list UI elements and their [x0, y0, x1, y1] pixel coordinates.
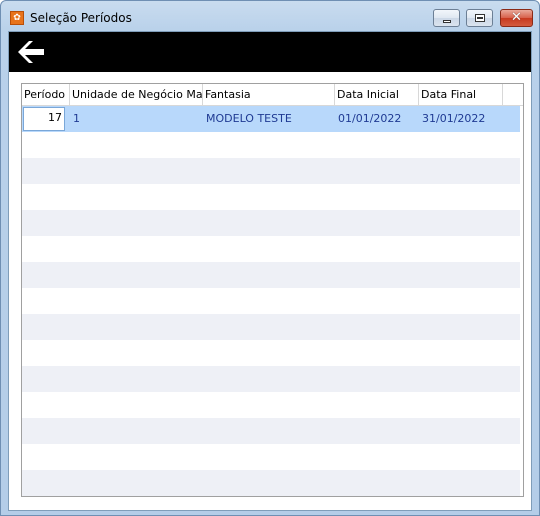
empty-row — [22, 132, 520, 158]
window-content: Período Unidade de Negócio Matriz Fantas… — [8, 31, 532, 511]
title-bar[interactable]: ✿ Seleção Períodos ✕ — [1, 1, 539, 31]
cell-unidade[interactable]: 1 — [70, 106, 203, 132]
cell-data-final[interactable]: 31/01/2022 — [419, 106, 503, 132]
maximize-button[interactable] — [466, 9, 493, 27]
column-header-unidade[interactable]: Unidade de Negócio Matriz — [70, 84, 203, 105]
grid-header: Período Unidade de Negócio Matriz Fantas… — [22, 84, 523, 106]
window-title: Seleção Períodos — [30, 11, 132, 25]
back-button[interactable] — [15, 38, 47, 66]
empty-row — [22, 158, 520, 184]
minimize-icon — [443, 20, 451, 23]
column-header-periodo[interactable]: Período — [22, 84, 70, 105]
cell-periodo[interactable]: 17 — [23, 107, 65, 131]
column-header-fantasia[interactable]: Fantasia — [203, 84, 335, 105]
empty-row — [22, 366, 520, 392]
empty-row — [22, 340, 520, 366]
cell-data-inicial[interactable]: 01/01/2022 — [335, 106, 419, 132]
empty-row — [22, 314, 520, 340]
cell-fantasia[interactable]: MODELO TESTE — [203, 106, 335, 132]
minimize-button[interactable] — [433, 9, 460, 27]
empty-row — [22, 470, 520, 496]
empty-row — [22, 418, 520, 444]
column-header-data-inicial[interactable]: Data Inicial — [335, 84, 419, 105]
toolbar — [9, 32, 531, 72]
maximize-icon — [475, 14, 485, 22]
empty-row — [22, 184, 520, 210]
empty-row — [22, 210, 520, 236]
periods-grid[interactable]: Período Unidade de Negócio Matriz Fantas… — [21, 83, 524, 497]
close-icon: ✕ — [511, 10, 522, 25]
table-row[interactable]: 17 1 MODELO TESTE 01/01/2022 31/01/2022 — [22, 106, 520, 132]
empty-row — [22, 262, 520, 288]
empty-row — [22, 236, 520, 262]
app-logo-icon: ✿ — [10, 11, 24, 25]
app-window: ✿ Seleção Períodos ✕ Período Unidade de … — [0, 0, 540, 516]
column-header-data-final[interactable]: Data Final — [419, 84, 503, 105]
empty-row — [22, 288, 520, 314]
empty-row — [22, 392, 520, 418]
empty-row — [22, 444, 520, 470]
close-button[interactable]: ✕ — [500, 9, 533, 27]
arrow-left-icon — [18, 41, 44, 63]
